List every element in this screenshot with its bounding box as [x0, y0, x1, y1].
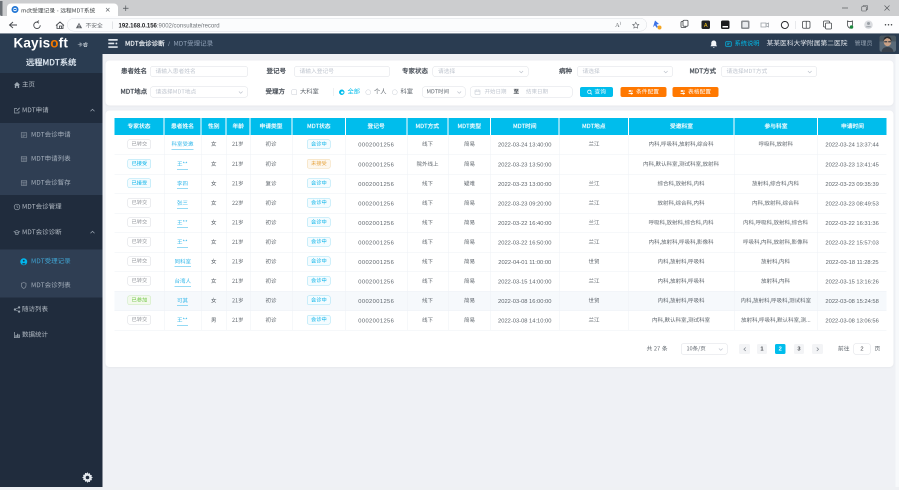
- svg-text:A: A: [704, 23, 708, 29]
